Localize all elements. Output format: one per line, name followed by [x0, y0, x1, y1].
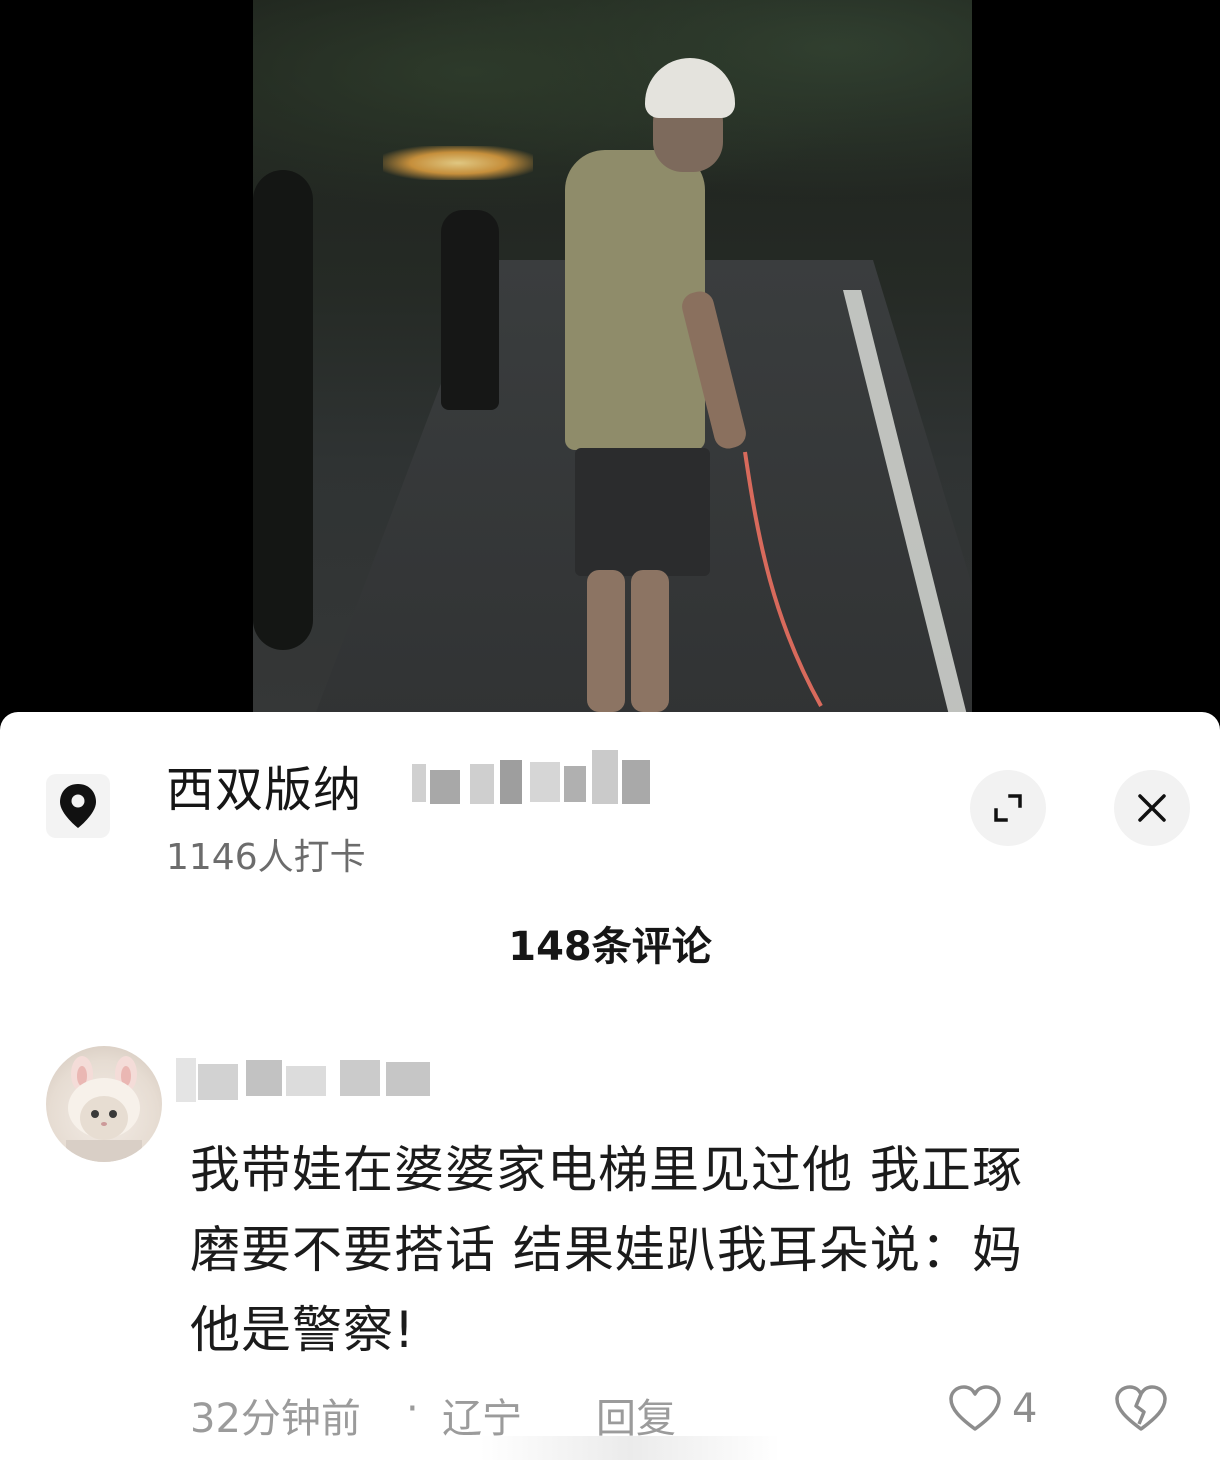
like-count: 4 — [1012, 1386, 1038, 1432]
dislike-button[interactable] — [1114, 1384, 1168, 1434]
close-icon — [1138, 794, 1166, 822]
location-icon-box[interactable] — [46, 774, 110, 838]
video-leash — [743, 451, 823, 707]
avatar[interactable] — [46, 1046, 162, 1162]
heart-icon — [949, 1385, 1001, 1431]
comment-line: 我带娃在婆婆家电梯里见过他 我正琢 — [190, 1141, 1023, 1199]
comments-count: 148条评论 — [508, 924, 712, 970]
broken-heart-icon — [1115, 1385, 1167, 1431]
location-name[interactable]: 西双版纳 — [166, 750, 362, 820]
close-button[interactable] — [1114, 770, 1190, 846]
cat-avatar-icon — [66, 1056, 142, 1162]
checkin-count: 1146人打卡 — [166, 837, 366, 878]
expand-button[interactable] — [970, 770, 1046, 846]
expand-icon — [994, 794, 1022, 822]
meta-separator: · — [406, 1386, 419, 1432]
comment-text[interactable]: 我带娃在婆婆家电梯里见过他 我正琢 磨要不要搭话 结果娃趴我耳朵说：妈 他是警察… — [190, 1130, 1150, 1370]
location-name-text: 西双版纳 — [166, 762, 363, 818]
like-button[interactable] — [948, 1384, 1002, 1434]
video-player[interactable] — [0, 0, 1220, 712]
watermark-strip — [480, 1436, 780, 1460]
comment-line: 他是警察! — [190, 1301, 416, 1359]
location-pin-icon — [60, 784, 96, 828]
video-frame[interactable] — [253, 0, 972, 712]
comment-line: 磨要不要搭话 结果娃趴我耳朵说：妈 — [190, 1221, 1023, 1279]
comment-time: 32分钟前 — [190, 1396, 361, 1442]
